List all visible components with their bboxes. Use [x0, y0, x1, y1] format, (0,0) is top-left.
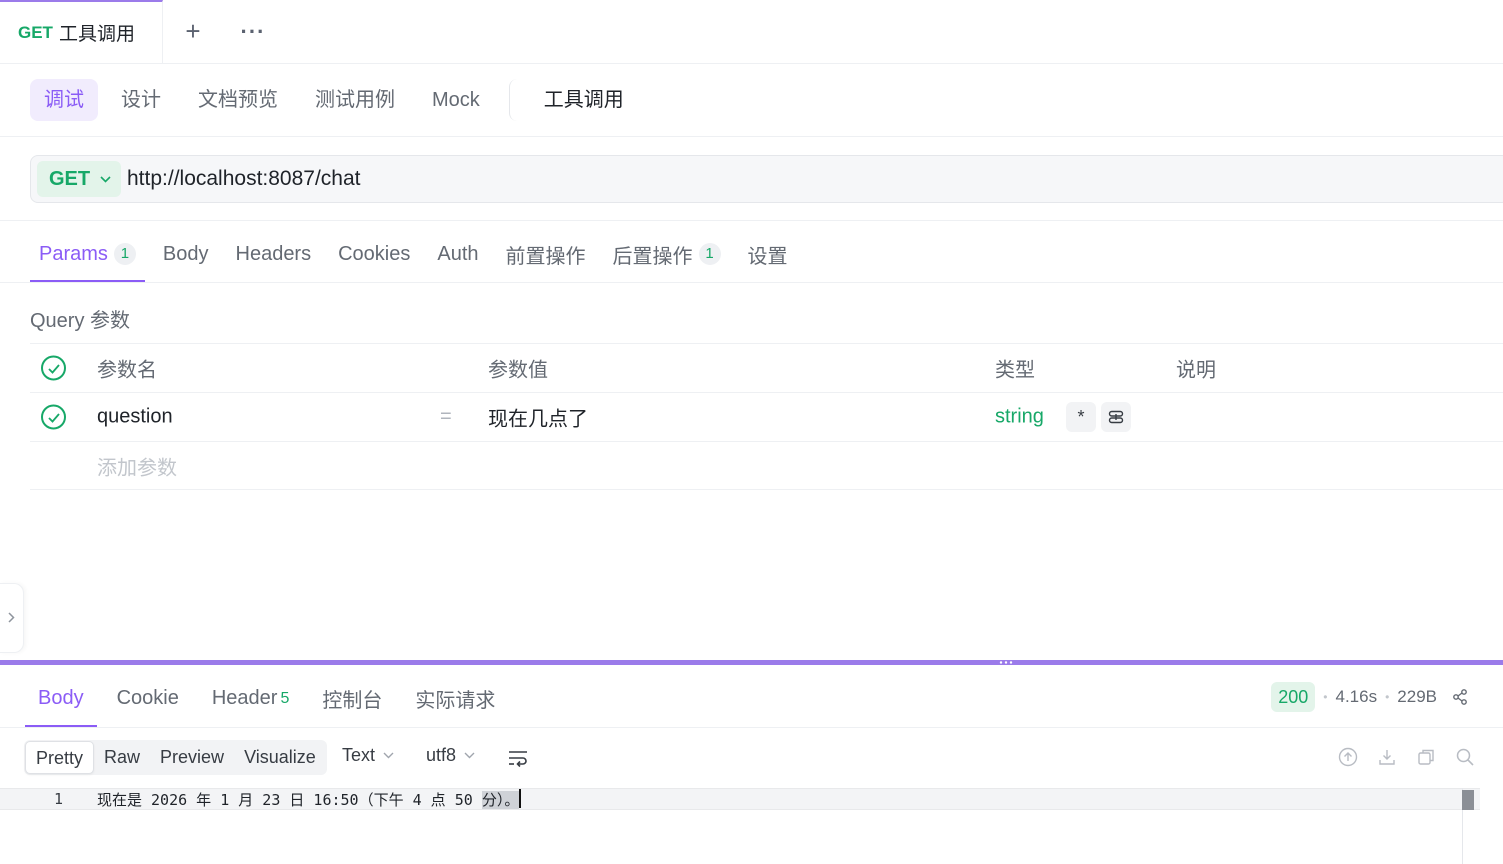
query-section-label: Query 参数 [30, 310, 131, 332]
tab-response-body[interactable]: Body [25, 670, 97, 727]
wrap-icon[interactable] [506, 746, 530, 770]
request-tab-name: 工具调用 [58, 24, 135, 45]
request-tab-strip: GET 工具调用 + ··· [0, 0, 1503, 64]
search-icon[interactable] [1453, 745, 1477, 769]
response-body-text[interactable]: 现在是 2026 年 1 月 23 日 16:50（下午 4 点 50 分）。 [97, 789, 522, 810]
more-icon: ··· [240, 18, 266, 44]
view-raw-button[interactable]: Raw [94, 741, 150, 774]
tab-auth[interactable]: Auth [428, 226, 487, 282]
new-tab-button[interactable]: + [163, 0, 223, 64]
tab-post-ops-count: 1 [698, 243, 721, 265]
separator-dot: • [1323, 690, 1328, 704]
tab-actual-request[interactable]: 实际请求 [402, 670, 508, 727]
request-tab[interactable]: GET 工具调用 [0, 0, 163, 64]
table-row: question = 现在几点了 string * [30, 392, 1503, 441]
plus-icon: + [185, 16, 201, 46]
response-tabs: Body Cookie Header 5 控制台 实际请求 [25, 670, 515, 727]
scrollbar-thumb[interactable] [1462, 790, 1474, 810]
column-header-desc: 说明 [1176, 359, 1216, 382]
chevron-right-icon [8, 610, 15, 626]
upload-icon[interactable] [1336, 745, 1360, 769]
tab-design[interactable]: 设计 [107, 79, 175, 121]
chevron-down-icon [464, 750, 475, 762]
chevron-down-icon [383, 750, 394, 762]
share-icon[interactable] [1451, 688, 1469, 706]
column-header-name: 参数名 [97, 359, 157, 382]
response-body-content: 现在是 2026 年 1 月 23 日 16:50（下午 4 点 50 [97, 791, 482, 809]
view-preview-button[interactable]: Preview [150, 741, 234, 774]
table-header-row: 参数名 参数值 类型 说明 [30, 343, 1503, 392]
format-select[interactable]: Text [342, 745, 394, 766]
select-all-checkbox[interactable] [41, 355, 66, 381]
equals-sign: = [440, 405, 452, 428]
param-type-select[interactable]: string [995, 406, 1044, 429]
tab-post-ops[interactable]: 后置操作 1 [604, 226, 730, 282]
column-header-type: 类型 [995, 359, 1035, 382]
param-name-input[interactable]: question [97, 406, 173, 429]
divider [0, 282, 1503, 283]
check-icon [47, 412, 60, 423]
response-body-selection: 分）。 [481, 791, 520, 809]
tab-mock[interactable]: Mock [418, 79, 494, 121]
tab-tool-call[interactable]: 工具调用 [508, 79, 638, 121]
required-toggle[interactable]: * [1066, 402, 1096, 432]
line-number: 1 [54, 790, 64, 808]
tab-headers[interactable]: Headers [227, 226, 321, 282]
method-select[interactable]: GET [37, 161, 121, 197]
text-caret [519, 789, 522, 808]
check-icon [47, 363, 60, 374]
tab-response-header-count: 5 [280, 689, 290, 707]
url-input[interactable] [127, 167, 1327, 191]
tab-console[interactable]: 控制台 [309, 670, 395, 727]
column-header-value: 参数值 [488, 359, 548, 382]
link-icon[interactable] [1101, 402, 1131, 432]
tab-params[interactable]: Params 1 [30, 226, 145, 282]
divider [0, 727, 1503, 728]
status-badge: 200 [1271, 682, 1316, 712]
response-time: 4.16s [1335, 687, 1378, 706]
panel-splitter[interactable] [0, 660, 1503, 665]
download-icon[interactable] [1375, 745, 1399, 769]
tab-post-ops-label: 后置操作 [612, 245, 693, 268]
url-bar: GET [30, 155, 1503, 203]
tab-response-cookie[interactable]: Cookie [104, 670, 192, 727]
view-mode-segment: Pretty Raw Preview Visualize [24, 740, 327, 775]
divider [0, 136, 1503, 137]
more-tabs-button[interactable]: ··· [223, 0, 283, 64]
tab-body[interactable]: Body [154, 226, 218, 282]
param-value-input[interactable]: 现在几点了 [488, 403, 588, 432]
tab-response-header-label: Header [211, 687, 278, 709]
view-pretty-button[interactable]: Pretty [25, 741, 95, 774]
add-param-input[interactable]: 添加参数 [97, 451, 177, 480]
separator-dot: • [1385, 690, 1390, 704]
tab-settings[interactable]: 设置 [739, 226, 797, 282]
tab-pre-ops[interactable]: 前置操作 [497, 226, 595, 282]
tab-params-label: Params [39, 242, 108, 265]
chevron-down-icon [100, 172, 111, 186]
query-params-table: 参数名 参数值 类型 说明 question = 现在几点了 string * … [30, 343, 1503, 490]
param-tabs: Params 1 Body Headers Cookies Auth 前置操作 … [30, 226, 806, 282]
tab-response-header[interactable]: Header 5 [199, 670, 303, 727]
tab-debug[interactable]: 调试 [30, 79, 98, 121]
row-enable-checkbox[interactable] [41, 404, 66, 430]
response-size: 229B [1397, 687, 1437, 706]
tab-params-count: 1 [113, 243, 136, 265]
sidebar-expand-handle[interactable] [0, 583, 24, 653]
encoding-select-label: utf8 [426, 745, 457, 765]
view-visualize-button[interactable]: Visualize [234, 741, 326, 774]
tab-cookies[interactable]: Cookies [329, 226, 419, 282]
add-param-row: 添加参数 [30, 441, 1503, 490]
tab-test-cases[interactable]: 测试用例 [301, 79, 409, 121]
format-select-label: Text [342, 745, 376, 765]
mode-tabs: 调试 设计 文档预览 测试用例 Mock 工具调用 [30, 79, 647, 121]
method-label: GET [49, 167, 91, 190]
response-meta: 200 • 4.16s • 229B [1271, 682, 1469, 712]
divider [0, 220, 1503, 221]
splitter-grip-icon [996, 660, 1016, 665]
tab-doc-preview[interactable]: 文档预览 [184, 79, 292, 121]
response-tools [1336, 745, 1477, 769]
encoding-select[interactable]: utf8 [426, 745, 475, 766]
request-tab-method: GET [18, 22, 53, 42]
copy-icon[interactable] [1414, 745, 1438, 769]
